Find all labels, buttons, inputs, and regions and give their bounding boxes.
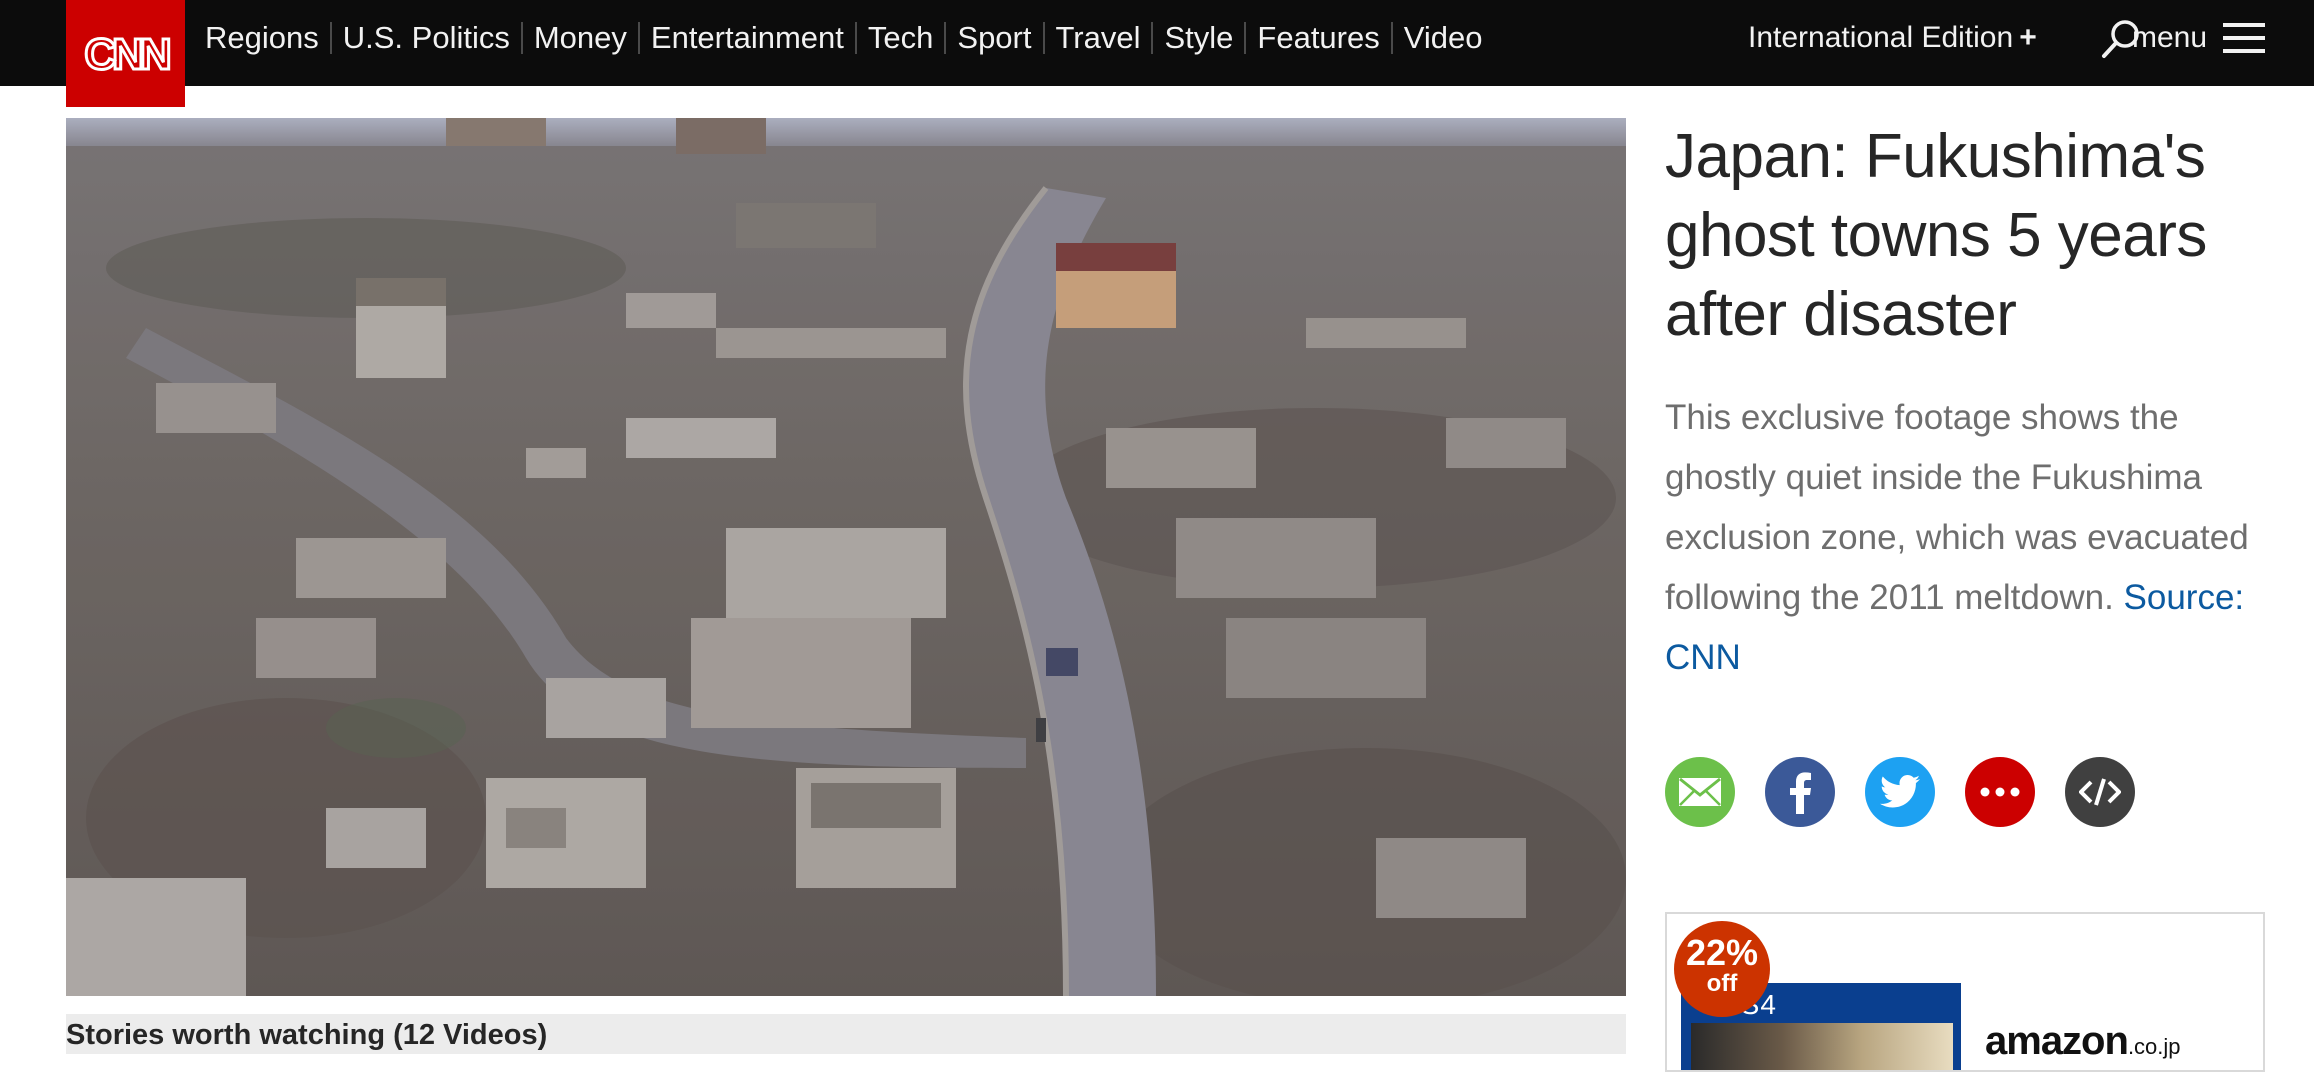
menu-button[interactable]: menu — [2132, 0, 2266, 75]
edition-label: International Edition — [1748, 21, 2014, 54]
video-player[interactable] — [66, 118, 1626, 996]
nav-item-label: Sport — [957, 20, 1032, 55]
discount-percent: 22% — [1685, 932, 1759, 973]
twitter-icon — [1880, 775, 1920, 808]
share-facebook-button[interactable] — [1765, 757, 1835, 827]
more-icon — [1980, 787, 2020, 797]
nav-item-label: Money — [533, 20, 627, 55]
nav-item-video[interactable]: Video — [1404, 0, 1483, 75]
nav-divider — [329, 21, 332, 54]
nav-item-label: Style — [1164, 20, 1234, 55]
nav-item-label: Travel — [1055, 20, 1141, 55]
nav-item-label: Tech — [867, 20, 934, 55]
nav-item-regions[interactable]: Regions — [205, 0, 319, 75]
menu-label: menu — [2132, 21, 2208, 54]
email-icon — [1679, 777, 1721, 806]
hamburger-icon — [2223, 22, 2266, 53]
share-more-button[interactable] — [1965, 757, 2035, 827]
share-email-button[interactable] — [1665, 757, 1735, 827]
main-nav: Regions U.S. Politics Money Entertainmen… — [205, 0, 1482, 75]
discount-off-label: off — [1706, 970, 1738, 997]
amazon-logo: amazon.co.jp — [1985, 1019, 2181, 1064]
nav-item-sport[interactable]: Sport — [957, 0, 1031, 75]
facebook-icon — [1790, 772, 1811, 814]
cnn-logo[interactable]: CNN — [66, 0, 185, 107]
edition-selector[interactable]: International Edition + — [1748, 0, 2037, 75]
article-description: This exclusive footage shows the ghostly… — [1665, 388, 2265, 688]
nav-item-us-politics[interactable]: U.S. Politics — [343, 0, 510, 75]
cnn-logo-text: CNN — [84, 30, 169, 79]
share-embed-button[interactable] — [2065, 757, 2135, 827]
nav-item-features[interactable]: Features — [1257, 0, 1379, 75]
nav-item-label: Entertainment — [650, 20, 844, 55]
nav-divider — [1042, 21, 1045, 54]
nav-item-entertainment[interactable]: Entertainment — [651, 0, 844, 75]
plus-icon: + — [2019, 21, 2037, 54]
nav-item-style[interactable]: Style — [1164, 0, 1233, 75]
nav-divider — [1244, 21, 1247, 54]
game-cover-art — [1691, 1023, 1953, 1070]
amazon-tld: .co.jp — [2127, 1034, 2181, 1059]
nav-divider — [520, 21, 523, 54]
aerial-landscape-thumbnail — [66, 118, 1626, 996]
nav-divider — [1390, 21, 1393, 54]
nav-divider — [1151, 21, 1154, 54]
nav-item-travel[interactable]: Travel — [1056, 0, 1141, 75]
share-twitter-button[interactable] — [1865, 757, 1935, 827]
nav-item-label: Regions — [205, 20, 319, 55]
nav-divider — [854, 21, 857, 54]
discount-badge: 22% off — [1674, 921, 1770, 1017]
article-headline: Japan: Fukushima's ghost towns 5 years a… — [1665, 122, 2207, 349]
amazon-ad[interactable]: 22% off PS4 amazon.co.jp — [1665, 912, 2265, 1072]
amazon-brand: amazon — [1985, 1019, 2129, 1063]
nav-divider — [944, 21, 947, 54]
embed-icon — [2079, 778, 2121, 806]
nav-item-money[interactable]: Money — [534, 0, 627, 75]
nav-divider — [637, 21, 640, 54]
nav-item-label: Features — [1257, 20, 1380, 55]
cnn-logo-mark: CNN — [82, 28, 174, 80]
nav-item-label: Video — [1403, 20, 1483, 55]
top-navigation-bar: Regions U.S. Politics Money Entertainmen… — [0, 0, 2314, 86]
nav-item-tech[interactable]: Tech — [868, 0, 933, 75]
playlist-title[interactable]: Stories worth watching (12 Videos) — [66, 1015, 547, 1055]
nav-item-label: U.S. Politics — [342, 20, 510, 55]
